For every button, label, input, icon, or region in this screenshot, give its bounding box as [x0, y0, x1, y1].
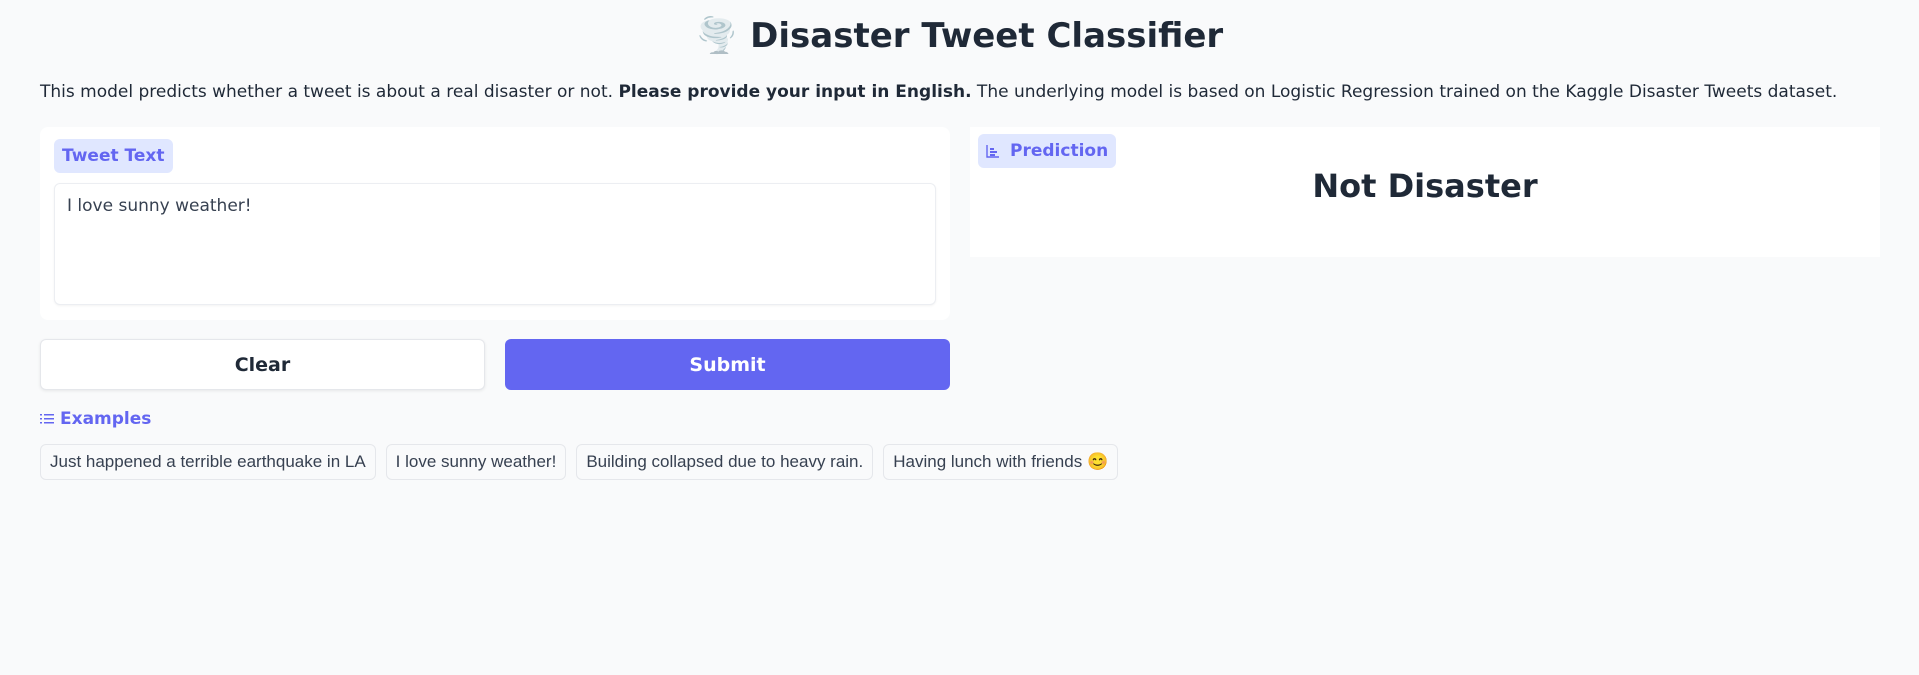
page-title: 🌪️ Disaster Tweet Classifier	[0, 14, 1919, 58]
input-panel: Tweet Text I love sunny weather!	[40, 127, 950, 320]
prediction-label: Prediction	[978, 134, 1117, 168]
examples-list: Just happened a terrible earthquake in L…	[40, 444, 1119, 480]
output-panel: Prediction Not Disaster	[970, 127, 1880, 257]
description-text-2: The underlying model is based on Logisti…	[971, 82, 1838, 102]
description-bold: Please provide your input in English.	[618, 82, 972, 102]
examples-label: Examples	[60, 409, 152, 429]
example-item[interactable]: Building collapsed due to heavy rain.	[576, 444, 874, 480]
tweet-text-label: Tweet Text	[54, 139, 173, 173]
example-item[interactable]: Having lunch with friends 😊	[883, 444, 1119, 480]
tweet-text-input[interactable]: I love sunny weather!	[54, 183, 936, 305]
prediction-label-text: Prediction	[1010, 141, 1109, 161]
description-text-1: This model predicts whether a tweet is a…	[40, 82, 619, 102]
app-page: 🌪️ Disaster Tweet Classifier This model p…	[0, 0, 1919, 675]
example-item[interactable]: Just happened a terrible earthquake in L…	[40, 444, 376, 480]
bar-chart-icon	[986, 144, 1000, 158]
example-item[interactable]: I love sunny weather!	[385, 444, 567, 480]
clear-button[interactable]: Clear	[40, 339, 485, 390]
submit-button[interactable]: Submit	[505, 339, 950, 390]
description: This model predicts whether a tweet is a…	[40, 80, 1837, 104]
tornado-icon: 🌪️	[695, 16, 739, 56]
list-icon	[40, 413, 54, 425]
examples-header: Examples	[40, 409, 151, 429]
prediction-value: Not Disaster	[1312, 167, 1538, 205]
title-text: Disaster Tweet Classifier	[750, 16, 1224, 56]
